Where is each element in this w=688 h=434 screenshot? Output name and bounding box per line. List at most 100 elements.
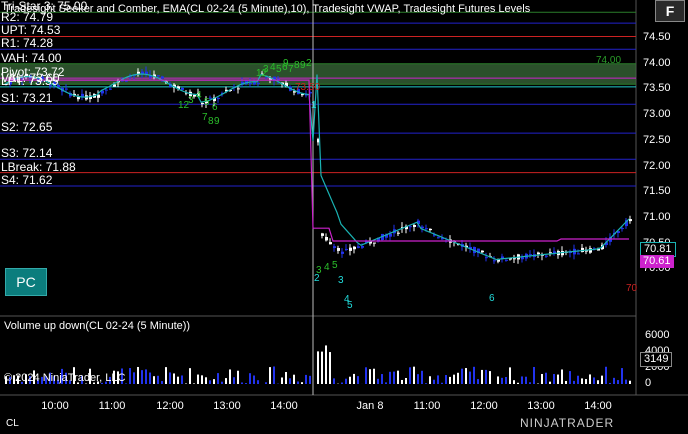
volume-bar [189,368,191,384]
candle-body [429,228,432,231]
level-label-4: VAH: 74.00 [1,50,62,65]
volume-bar [621,368,623,384]
volume-bar [225,378,227,384]
volume-bar [201,375,203,384]
comber-count: 2 [314,273,320,284]
seeker-count: 8 [294,60,300,71]
vah-price-right: 74.00 [596,55,622,66]
volume-bar [421,370,423,384]
volume-bar [129,368,131,384]
volume-bar [617,380,619,384]
time-tick: 11:00 [413,400,441,412]
volume-bar [205,377,207,384]
candle-body [105,89,108,91]
candle-body [329,242,332,245]
volume-bar [557,374,559,384]
seeker-count: 8 [208,116,214,127]
f-button[interactable]: F [655,0,685,22]
candle-body [257,82,260,84]
candle-body [109,88,112,90]
volume-bar [425,383,427,384]
candle-body [545,255,548,257]
volume-bar [209,380,211,384]
comber-count: 5 [347,300,353,311]
volume-bar [437,375,439,384]
volume-bar [329,352,331,384]
candle-body [113,84,116,87]
volume-bar [341,382,343,384]
candle-body [413,224,416,227]
volume-bar [521,376,523,384]
volume-bar [429,376,431,384]
volume-bar [285,372,287,384]
volume-bar [445,375,447,384]
volume-bar [389,371,391,384]
seeker-count: 5 [332,260,338,271]
candle-body [389,233,392,237]
volume-bar [365,367,367,384]
volume-bar [181,375,183,384]
price-tick: 71.50 [643,185,671,198]
volume-bar [561,369,563,384]
comber-count: 6 [489,293,495,304]
level-label-7: LPT: 73.55 [1,73,59,88]
seeker-count: 9 [300,60,306,71]
level-price-right-red: 70 [626,283,638,294]
price-chart[interactable] [0,0,688,434]
level-label-3: R1: 74.28 [1,36,54,51]
volume-bar [373,368,375,384]
level-label-11: LBreak: 71.88 [1,159,76,174]
level-label-12: S4: 71.62 [1,173,53,188]
volume-bar [161,381,163,384]
volume-bar [485,369,487,384]
volume-bar [357,376,359,384]
volume-bar [349,376,351,384]
volume-bar [605,366,607,384]
level-label-10: S3: 72.14 [1,146,53,161]
candle-body [337,247,340,251]
candle-body [357,246,360,248]
candle-body [577,253,580,255]
volume-bar [369,369,371,384]
volume-bar [245,383,247,384]
candle-body [409,226,412,228]
volume-bar [321,351,323,384]
volume-bar [289,378,291,384]
volume-bar [241,382,243,384]
volume-bar [489,371,491,384]
volume-bar [525,376,527,384]
volume-bar [441,382,443,384]
candle-body [529,254,532,256]
candle-body [485,257,488,259]
comber-count: 3 [338,275,344,286]
candle-body [181,87,184,90]
copyright-text: © 2024 NinjaTrader, LLC [4,372,126,384]
volume-bar [257,380,259,384]
time-tick: 12:00 [156,400,184,412]
candle-body [361,245,364,248]
volume-bar [461,368,463,384]
volume-bar [197,374,199,384]
volume-bar [157,375,159,384]
volume-bar [601,375,603,384]
candle-body [349,247,352,251]
volume-bar [453,374,455,384]
seeker-count: 3 [188,95,194,106]
volume-bar [549,381,551,384]
volume-bar [173,373,175,384]
ema-line [4,73,630,261]
candle-body [505,259,508,261]
pc-button[interactable]: PC [5,268,47,296]
volume-bar [325,345,327,384]
seeker-count: 4 [270,62,276,73]
volume-bar [585,379,587,384]
price-tick: 73.50 [643,82,671,95]
candle-body [65,88,68,90]
level-label-9: S2: 72.65 [1,120,53,135]
volume-bar [145,369,147,384]
volume-bar [133,372,135,384]
volume-bar [149,372,151,384]
volume-bar [217,373,219,384]
volume-bar [553,374,555,384]
price-tick: 72.50 [643,133,671,146]
